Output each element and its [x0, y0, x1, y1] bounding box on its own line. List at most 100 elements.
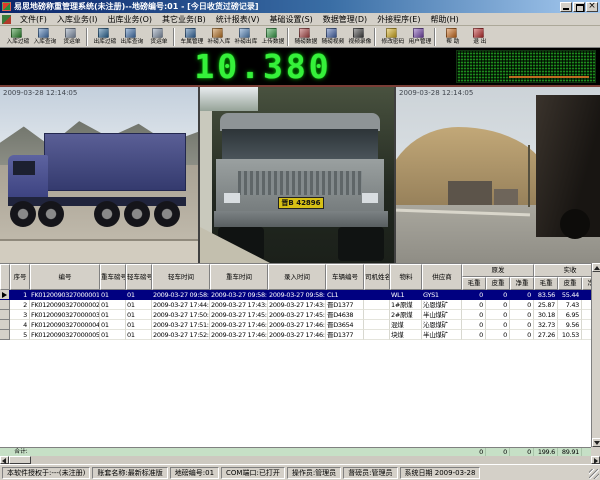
- toolbar-button[interactable]: 退 出: [465, 26, 492, 47]
- menu-item[interactable]: 出库业务(O): [102, 14, 157, 25]
- table-cell: 2009-03-27 17:44:00: [152, 300, 210, 310]
- toolbar-button[interactable]: 帮 助: [438, 26, 465, 47]
- truck-wheel: [94, 201, 120, 227]
- table-row[interactable]: 2FK012009032700000201012009-03-27 17:44:…: [0, 300, 591, 310]
- toolbar-button[interactable]: 货运单: [144, 26, 171, 47]
- table-cell: 2009-03-27 17:46:00: [210, 320, 268, 330]
- toolbar: 入库过磅 入库查询 货运单 出库过磅 出库查询: [0, 26, 600, 48]
- table-cell: 0: [510, 320, 534, 330]
- title-bar: 易思地磅称重管理系统(未注册)--地磅编号:01 - [今日收货过磅记录]: [0, 0, 600, 13]
- toolbar-button[interactable]: 修改密码: [378, 26, 405, 47]
- toolbar-button[interactable]: 用户管理: [405, 26, 432, 47]
- table-cell: 0: [486, 330, 510, 340]
- table-row[interactable]: 3FK012009032700000301012009-03-27 17:50:…: [0, 310, 591, 320]
- table-cell: FK0120090327000005: [30, 330, 100, 340]
- table-cell: 9.56: [558, 320, 582, 330]
- table-cell: 半山煤矿: [422, 310, 462, 320]
- camera2-truck-front: 晋B 42896: [214, 113, 388, 263]
- column-header: 轻车磅号: [126, 264, 152, 290]
- table-row[interactable]: 1FK012009032700000101012009-03-27 09:58:…: [0, 290, 591, 300]
- toolbar-button[interactable]: 补磅出库: [231, 26, 258, 47]
- total-value: [582, 448, 591, 456]
- table-body: 1FK012009032700000101012009-03-27 09:58:…: [0, 290, 591, 340]
- column-header: 供应商: [422, 264, 462, 290]
- toolbar-button[interactable]: 随磅视频: [318, 26, 345, 47]
- table-cell: 半山煤矿: [422, 330, 462, 340]
- menu-item[interactable]: 其它业务(B): [157, 14, 211, 25]
- table-cell: 2009-03-27 17:43:00: [210, 300, 268, 310]
- scroll-left-button[interactable]: [0, 456, 9, 464]
- table-cell: 01: [100, 330, 126, 340]
- table-cell: 2009-03-27 17:45:00: [268, 310, 326, 320]
- hscroll-thumb[interactable]: [9, 456, 31, 464]
- toolbar-separator: [287, 28, 289, 46]
- table-cell: 2009-03-27 17:46:00: [268, 330, 326, 340]
- toolbar-button[interactable]: 上传数据: [258, 26, 285, 47]
- camera-1-view: 2009-03-28 12:14:05: [0, 87, 198, 263]
- table-cell: 0: [510, 310, 534, 320]
- table-cell: 0: [486, 320, 510, 330]
- table-cell: 2009-03-27 09:58:00: [210, 290, 268, 300]
- toolbar-button[interactable]: 出库查询: [117, 26, 144, 47]
- waybill-icon: [65, 28, 76, 38]
- column-header: 编号: [30, 264, 100, 290]
- toolbar-button[interactable]: 车属管理: [177, 26, 204, 47]
- resize-grip[interactable]: [589, 469, 599, 479]
- table-cell: 30.18: [534, 310, 558, 320]
- toolbar-button[interactable]: 入库查询: [30, 26, 57, 47]
- close-button[interactable]: [586, 2, 598, 12]
- menu-item[interactable]: 帮助(H): [425, 14, 463, 25]
- camera-panel: 2009-03-28 12:14:05 晋B 42896: [0, 87, 600, 263]
- group-header-row: 原发实收: [462, 264, 591, 277]
- table-cell: 混煤: [390, 320, 422, 330]
- menu-item[interactable]: 入库业务(I): [52, 14, 103, 25]
- toolbar-button[interactable]: 货运单: [57, 26, 84, 47]
- outbound-search-icon: [125, 28, 136, 38]
- total-value: 0: [486, 448, 510, 456]
- total-value: 0: [510, 448, 534, 456]
- table-cell: 01: [100, 320, 126, 330]
- toolbar-separator: [374, 28, 376, 46]
- table-cell: 2009-03-27 17:51:00: [152, 320, 210, 330]
- toolbar-button[interactable]: 补磅入库: [204, 26, 231, 47]
- horizontal-scrollbar[interactable]: [0, 456, 600, 464]
- table-cell: [582, 330, 591, 340]
- column-header: 皮重: [558, 277, 582, 290]
- table-row[interactable]: 5FK012009032700000501012009-03-27 17:52:…: [0, 330, 591, 340]
- table-cell: FK0120090327000003: [30, 310, 100, 320]
- table-cell: 0: [462, 290, 486, 300]
- toolbar-button[interactable]: 随磅数据: [291, 26, 318, 47]
- toolbar-button[interactable]: 视频录像: [345, 26, 372, 47]
- application-window: 易思地磅称重管理系统(未注册)--地磅编号:01 - [今日收货过磅记录] 文件…: [0, 0, 600, 480]
- toolbar-button[interactable]: 入库过磅: [3, 26, 30, 47]
- maximize-button[interactable]: [573, 2, 585, 12]
- camera1-weighbridge: [0, 239, 198, 263]
- table-cell: 01: [126, 290, 152, 300]
- menu-item[interactable]: 数据管理(D): [318, 14, 372, 25]
- toolbar-button[interactable]: 出库过磅: [90, 26, 117, 47]
- vertical-scrollbar[interactable]: [591, 263, 600, 447]
- menu-item[interactable]: 统计报表(V): [211, 14, 265, 25]
- menu-item[interactable]: 外接程序(E): [372, 14, 425, 25]
- table-cell: 2009-03-27 17:46:00: [210, 330, 268, 340]
- total-value: 199.6: [534, 448, 558, 456]
- table-cell: 0: [462, 300, 486, 310]
- minimize-button[interactable]: [560, 2, 572, 12]
- camera1-truck: [8, 133, 190, 239]
- table-row[interactable]: 4FK012009032700000401012009-03-27 17:51:…: [0, 320, 591, 330]
- truck-wheel: [38, 201, 64, 227]
- table-cell: 2009-03-27 17:46:00: [268, 320, 326, 330]
- scroll-up-button[interactable]: [592, 263, 600, 272]
- table-cell: 2009-03-27 17:50:00: [152, 310, 210, 320]
- table-cell: [364, 310, 390, 320]
- table-cell: 2009-03-27 09:58:00: [152, 290, 210, 300]
- truck-wheel: [560, 209, 590, 239]
- scroll-right-button[interactable]: [591, 456, 600, 464]
- scroll-down-button[interactable]: [592, 438, 600, 447]
- row-selector: [0, 330, 10, 340]
- menu-item[interactable]: 文件(F): [15, 14, 52, 25]
- menu-item[interactable]: 基础设置(S): [264, 14, 317, 25]
- camera-2-view: 晋B 42896: [200, 87, 394, 263]
- row-selector: [0, 320, 10, 330]
- toolbar-separator: [173, 28, 175, 46]
